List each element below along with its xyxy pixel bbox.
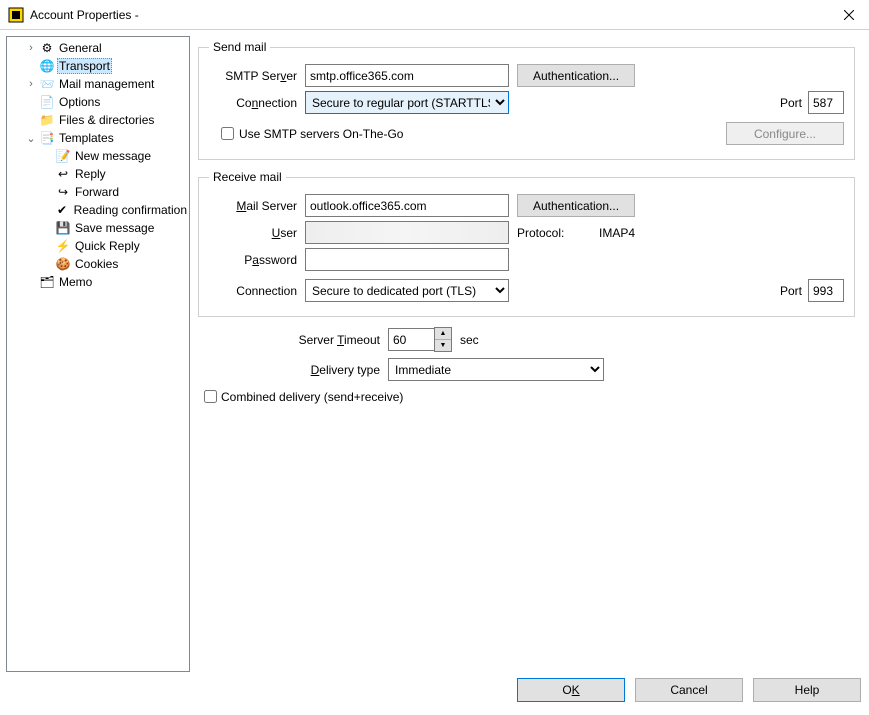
close-button[interactable]: [829, 0, 869, 30]
cancel-button[interactable]: Cancel: [635, 678, 743, 702]
transport-icon: 🌐: [39, 58, 55, 74]
titlebar: Account Properties -: [0, 0, 869, 30]
nav-tree[interactable]: ›⚙General🌐Transport›📨Mail management📄Opt…: [6, 36, 190, 672]
tree-item-reading-confirmation[interactable]: ✔Reading confirmation: [7, 201, 189, 219]
smtp-server-input[interactable]: [305, 64, 509, 87]
reply-icon: ↩: [55, 166, 71, 182]
send-connection-select[interactable]: Secure to regular port (STARTTLS): [305, 91, 509, 114]
server-timeout-label: Server Timeout: [290, 333, 388, 347]
cookies-icon: 🍪: [55, 256, 71, 272]
protocol-label: Protocol:: [517, 226, 575, 240]
tree-item-label: Mail management: [57, 77, 156, 91]
send-authentication-button[interactable]: Authentication...: [517, 64, 635, 87]
tree-item-mail-management[interactable]: ›📨Mail management: [7, 75, 189, 93]
tree-item-label: Transport: [57, 58, 112, 74]
send-mail-group: Send mail SMTP Server Authentication... …: [198, 40, 855, 160]
help-button[interactable]: Help: [753, 678, 861, 702]
send-port-input[interactable]: [808, 91, 844, 114]
templates-icon: 📑: [39, 130, 55, 146]
combined-delivery-checkbox[interactable]: [204, 390, 217, 403]
spin-up-icon[interactable]: ▲: [435, 328, 451, 340]
receive-port-label: Port: [780, 284, 802, 298]
user-label: User: [209, 226, 305, 240]
timeout-unit: sec: [460, 333, 479, 347]
tree-item-label: Forward: [73, 185, 121, 199]
tree-item-label: Quick Reply: [73, 239, 142, 253]
password-label: Password: [209, 253, 305, 267]
send-mail-legend: Send mail: [209, 40, 270, 54]
receive-mail-group: Receive mail Mail Server Authentication.…: [198, 170, 855, 317]
tree-item-reply[interactable]: ↩Reply: [7, 165, 189, 183]
tree-item-label: Templates: [57, 131, 116, 145]
spin-down-icon[interactable]: ▼: [435, 340, 451, 352]
receive-authentication-button[interactable]: Authentication...: [517, 194, 635, 217]
window-title: Account Properties -: [30, 8, 139, 22]
expand-icon[interactable]: ⌄: [25, 132, 37, 145]
mail-management-icon: 📨: [39, 76, 55, 92]
delivery-type-select[interactable]: Immediate: [388, 358, 604, 381]
configure-button: Configure...: [726, 122, 844, 145]
app-icon: [8, 7, 24, 23]
tree-item-files-directories[interactable]: 📁Files & directories: [7, 111, 189, 129]
tree-item-label: Save message: [73, 221, 156, 235]
tree-item-label: Reply: [73, 167, 108, 181]
new-message-icon: 📝: [55, 148, 71, 164]
save-message-icon: 💾: [55, 220, 71, 236]
combined-delivery-label: Combined delivery (send+receive): [221, 390, 403, 404]
tree-item-label: Options: [57, 95, 102, 109]
expand-icon[interactable]: ›: [25, 78, 37, 90]
password-input[interactable]: [305, 248, 509, 271]
dialog-footer: OK Cancel Help: [0, 678, 869, 709]
ok-button[interactable]: OK: [517, 678, 625, 702]
tree-item-templates[interactable]: ⌄📑Templates: [7, 129, 189, 147]
tree-item-label: Cookies: [73, 257, 120, 271]
tree-item-label: Memo: [57, 275, 94, 289]
mail-server-input[interactable]: [305, 194, 509, 217]
tree-item-label: General: [57, 41, 104, 55]
server-timeout-spinner[interactable]: ▲▼: [388, 327, 452, 352]
reading-confirmation-icon: ✔: [54, 202, 69, 218]
tree-item-label: New message: [73, 149, 153, 163]
tree-item-cookies[interactable]: 🍪Cookies: [7, 255, 189, 273]
tree-item-transport[interactable]: 🌐Transport: [7, 57, 189, 75]
receive-port-input[interactable]: [808, 279, 844, 302]
smtp-server-label: SMTP Server: [209, 69, 305, 83]
combined-delivery-row: Combined delivery (send+receive): [200, 387, 853, 406]
otg-label: Use SMTP servers On-The-Go: [239, 127, 403, 141]
server-timeout-input[interactable]: [388, 328, 434, 351]
tree-item-label: Files & directories: [57, 113, 156, 127]
quick-reply-icon: ⚡: [55, 238, 71, 254]
user-input[interactable]: [305, 221, 509, 244]
tree-item-memo[interactable]: 🗂Memo: [7, 273, 189, 291]
general-icon: ⚙: [39, 40, 55, 56]
tree-item-label: Reading confirmation: [72, 203, 189, 217]
expand-icon[interactable]: ›: [25, 42, 37, 54]
tree-item-save-message[interactable]: 💾Save message: [7, 219, 189, 237]
tree-item-forward[interactable]: ↪Forward: [7, 183, 189, 201]
files-directories-icon: 📁: [39, 112, 55, 128]
tree-item-options[interactable]: 📄Options: [7, 93, 189, 111]
mail-server-label: Mail Server: [209, 199, 305, 213]
send-port-label: Port: [780, 96, 802, 110]
protocol-value: IMAP4: [599, 226, 635, 240]
tree-item-new-message[interactable]: 📝New message: [7, 147, 189, 165]
tree-item-general[interactable]: ›⚙General: [7, 39, 189, 57]
memo-icon: 🗂: [39, 274, 55, 290]
send-connection-label: Connection: [209, 96, 305, 110]
otg-checkbox[interactable]: [221, 127, 234, 140]
forward-icon: ↪: [55, 184, 71, 200]
delivery-type-label: Delivery type: [290, 363, 388, 377]
content-panel: Send mail SMTP Server Authentication... …: [196, 36, 863, 672]
receive-mail-legend: Receive mail: [209, 170, 286, 184]
tree-item-quick-reply[interactable]: ⚡Quick Reply: [7, 237, 189, 255]
receive-connection-select[interactable]: Secure to dedicated port (TLS): [305, 279, 509, 302]
receive-connection-label: Connection: [209, 284, 305, 298]
options-icon: 📄: [39, 94, 55, 110]
